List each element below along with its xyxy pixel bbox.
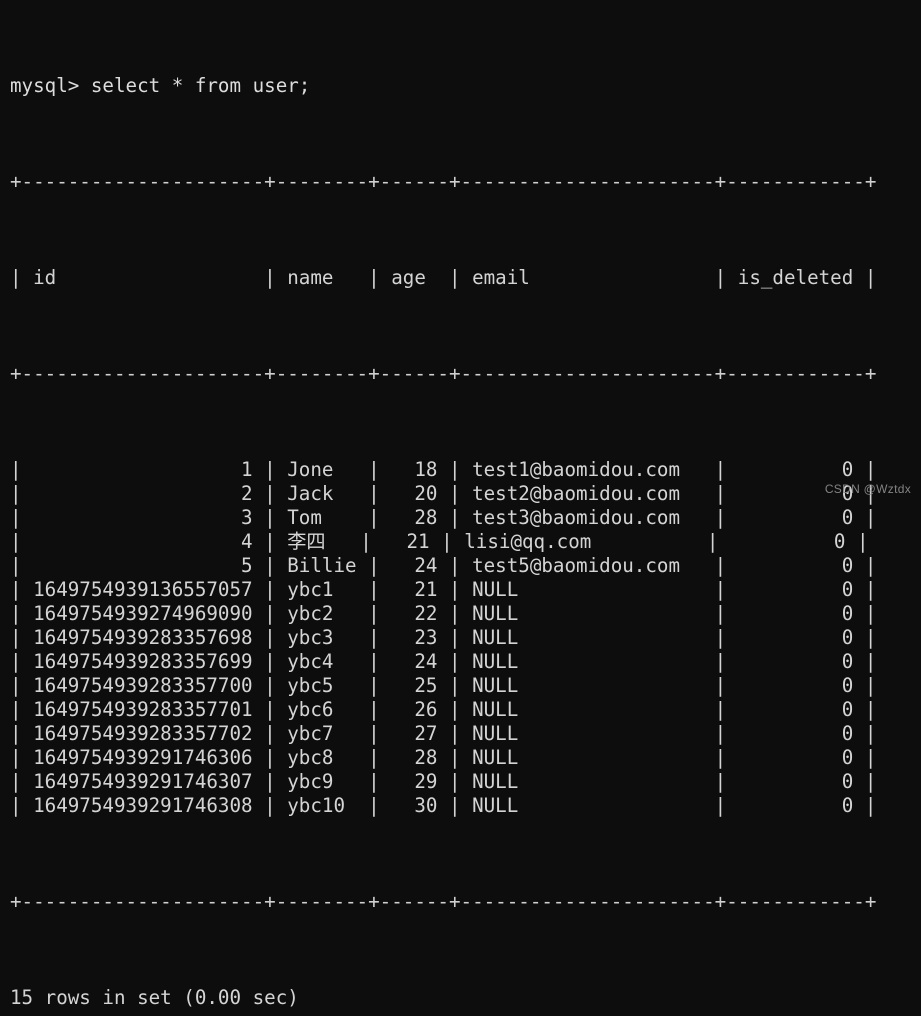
table-row: | 4 | 李四 | 21 | lisi@qq.com | 0 | (10, 530, 869, 553)
terminal-output: mysql> select * from user; +------------… (10, 2, 876, 1016)
table-row: | 1649754939283357699 | ybc4 | 24 | NULL… (10, 650, 877, 673)
table-row: | 1649754939291746306 | ybc8 | 28 | NULL… (10, 746, 877, 769)
prompt-line: mysql> select * from user; (10, 74, 311, 97)
status-line: 15 rows in set (0.00 sec) (10, 986, 299, 1009)
table-row: | 1649754939274969090 | ybc2 | 22 | NULL… (10, 602, 877, 625)
table-row: | 1649754939291746308 | ybc10 | 30 | NUL… (10, 794, 877, 817)
table-body: | 1 | Jone | 18 | test1@baomidou.com | 0… (10, 458, 876, 818)
table-separator-bottom: +---------------------+--------+------+-… (10, 890, 877, 913)
table-row: | 1649754939283357700 | ybc5 | 25 | NULL… (10, 674, 877, 697)
table-row: | 1649754939283357698 | ybc3 | 23 | NULL… (10, 626, 877, 649)
table-separator-top: +---------------------+--------+------+-… (10, 170, 877, 193)
table-row: | 2 | Jack | 20 | test2@baomidou.com | 0… (10, 482, 877, 505)
terminal-window[interactable]: mysql> select * from user; +------------… (0, 0, 921, 1009)
table-row: | 1649754939136557057 | ybc1 | 21 | NULL… (10, 578, 877, 601)
table-separator-header: +---------------------+--------+------+-… (10, 362, 877, 385)
table-row: | 1649754939291746307 | ybc9 | 29 | NULL… (10, 770, 877, 793)
table-row: | 1649754939283357702 | ybc7 | 27 | NULL… (10, 722, 877, 745)
watermark: CSDN @Wztdx (824, 482, 911, 496)
table-row: | 1649754939283357701 | ybc6 | 26 | NULL… (10, 698, 877, 721)
table-header-row: | id | name | age | email | is_deleted | (10, 266, 877, 289)
table-row: | 3 | Tom | 28 | test3@baomidou.com | 0 … (10, 506, 877, 529)
table-row: | 1 | Jone | 18 | test1@baomidou.com | 0… (10, 458, 877, 481)
table-row: | 5 | Billie | 24 | test5@baomidou.com |… (10, 554, 877, 577)
